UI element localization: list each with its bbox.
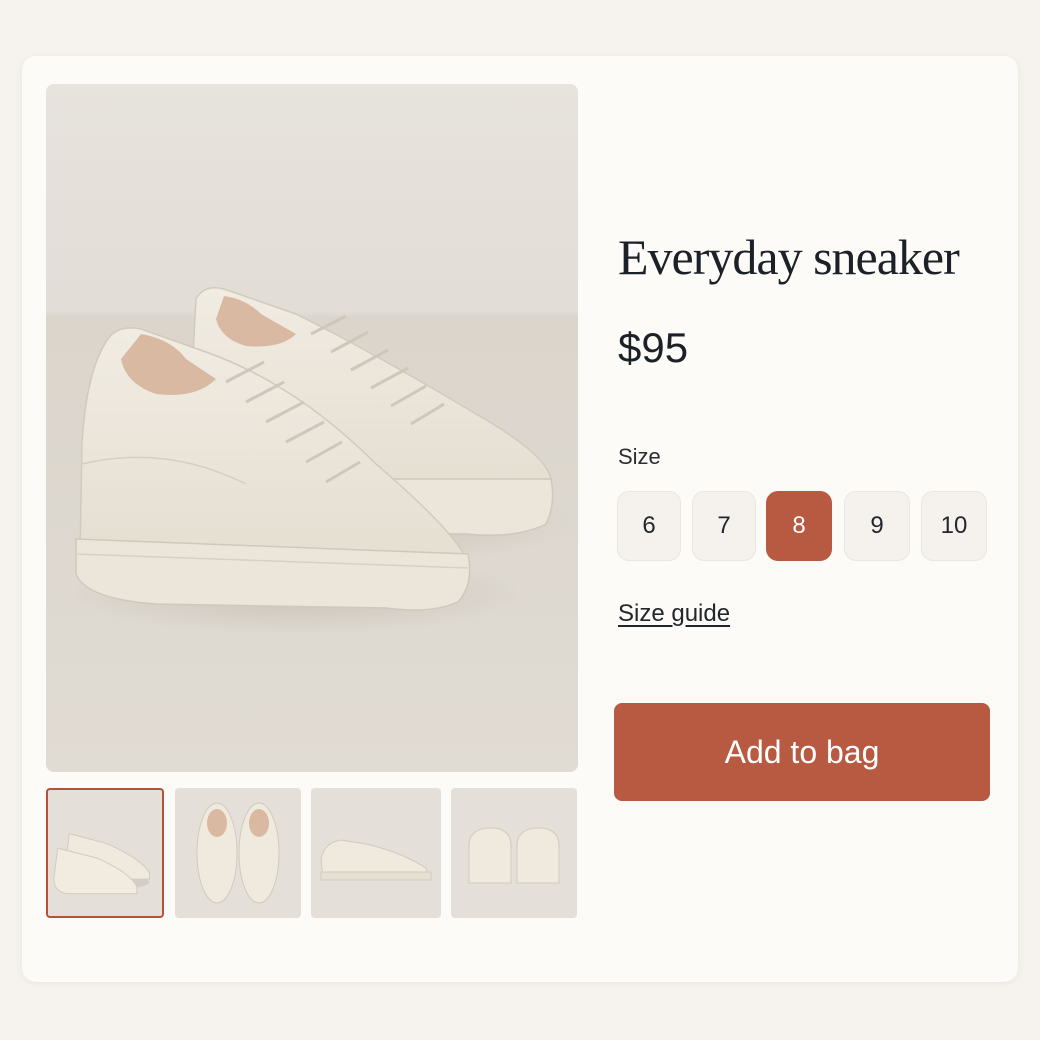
sneaker-pair-illustration [66,287,576,634]
size-option-6[interactable]: 6 [617,491,681,561]
size-label: Size [618,444,661,469]
size-guide-link[interactable]: Size guide [618,600,730,628]
size-option-7[interactable]: 7 [692,491,756,561]
size-option-9[interactable]: 9 [844,491,910,561]
thumbnail-4[interactable] [451,788,577,918]
thumbnail-2[interactable] [175,788,301,918]
product-title: Everyday sneaker [618,229,960,285]
sneaker-side-view-thumb [320,839,432,881]
product-price: $95 [618,324,689,371]
sneaker-pair-three-quarter-thumb [53,833,150,895]
add-to-bag-button[interactable]: Add to bag [614,703,990,801]
size-option-8[interactable]: 8 [766,491,832,561]
size-option-10[interactable]: 10 [921,491,987,561]
sneaker-pair-top-view-thumb [196,802,280,904]
sneaker-back-view-thumb [468,827,560,884]
thumbnail-3[interactable] [311,788,441,918]
main-product-image[interactable] [46,84,578,772]
thumbnail-1[interactable] [46,788,164,918]
